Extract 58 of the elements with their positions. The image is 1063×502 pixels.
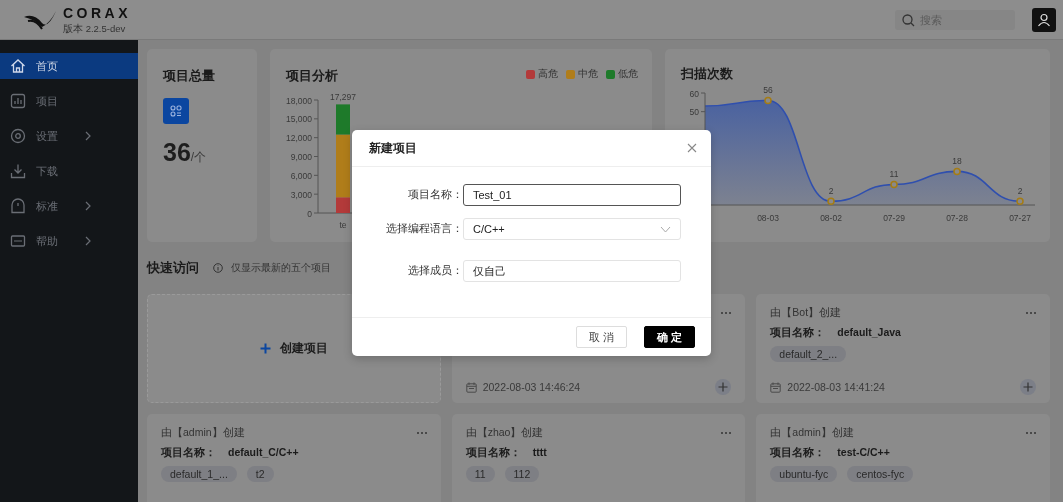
data-label: 2 bbox=[1017, 186, 1023, 197]
tag: 112 bbox=[504, 466, 540, 482]
project-name-label: 项目名称： bbox=[770, 326, 826, 340]
data-label: 18 bbox=[952, 156, 962, 167]
axis-tick-label: 6,000 bbox=[290, 170, 312, 181]
project-name-label: 项目名称： bbox=[465, 446, 521, 460]
axis-tick-label: 9,000 bbox=[290, 152, 312, 162]
created-date: 2022-08-03 14:46:24 bbox=[482, 381, 581, 393]
creator-text: 由【zhao】创建 bbox=[465, 426, 544, 440]
category-label: te bbox=[339, 220, 347, 230]
axis-tick-label: 08-03 bbox=[757, 213, 779, 223]
value-label: 17,297 bbox=[330, 92, 356, 103]
project-count: 36 bbox=[163, 138, 191, 167]
project-name-label: 项目名称： bbox=[161, 446, 216, 460]
creator-text: 由【admin】创建 bbox=[770, 426, 854, 440]
axis-tick-label: 07-27 bbox=[1009, 213, 1031, 223]
card-title: 项目总量 bbox=[163, 67, 216, 85]
section-title: 快速访问 bbox=[147, 259, 199, 277]
count-unit: /个 bbox=[190, 150, 207, 166]
card-title: 项目分析 bbox=[286, 67, 338, 85]
axis-tick-label: 0 bbox=[307, 208, 312, 219]
axis-tick-label: 12,000 bbox=[286, 133, 312, 144]
field-label: 选择成员： bbox=[407, 264, 463, 278]
created-date: 2022-08-03 14:41:24 bbox=[787, 381, 885, 393]
dialog-title: 新建项目 bbox=[369, 140, 417, 156]
axis-tick-label: 50 bbox=[689, 107, 699, 118]
tag: default_1_... bbox=[161, 466, 237, 482]
axis-tick-label: 07-28 bbox=[946, 213, 968, 223]
brand-name: CORAX bbox=[63, 5, 132, 20]
card-title: 扫描次数 bbox=[679, 65, 734, 83]
axis-tick-label: 15,000 bbox=[286, 114, 312, 125]
project-name: tttt bbox=[532, 446, 547, 460]
creator-text: 由【Bot】创建 bbox=[770, 306, 842, 320]
field-label: 选择编程语言： bbox=[385, 222, 463, 236]
tag: 11 bbox=[465, 466, 495, 482]
tag: centos-fyc bbox=[847, 466, 914, 482]
legend-label: 低危 bbox=[618, 67, 638, 81]
axis-tick-label: 18,000 bbox=[286, 95, 312, 106]
legend-label: 中危 bbox=[578, 67, 598, 81]
axis-tick-label: 08-02 bbox=[820, 213, 842, 223]
project-name-label: 项目名称： bbox=[770, 446, 826, 460]
project-name: test-C/C++ bbox=[837, 446, 890, 460]
hint-text: 仅显示最新的五个项目 bbox=[231, 261, 331, 275]
tag: t2 bbox=[246, 466, 274, 482]
tag: ubuntu-fyc bbox=[770, 466, 838, 482]
data-label: 11 bbox=[889, 169, 899, 180]
data-label: 2 bbox=[828, 186, 834, 197]
project-name: default_Java bbox=[837, 326, 901, 340]
field-label: 项目名称： bbox=[407, 188, 463, 202]
data-label: 56 bbox=[763, 85, 773, 96]
project-name: default_C/C++ bbox=[228, 446, 299, 460]
axis-tick-label: 07-29 bbox=[883, 213, 905, 223]
tag: default_2_... bbox=[770, 346, 847, 362]
axis-tick-label: 60 bbox=[689, 88, 699, 99]
creator-text: 由【admin】创建 bbox=[161, 426, 245, 440]
legend-label: 高危 bbox=[538, 67, 558, 81]
version-text: 版本 2.2.5-dev bbox=[63, 23, 127, 34]
axis-tick-label: 3,000 bbox=[290, 189, 312, 200]
